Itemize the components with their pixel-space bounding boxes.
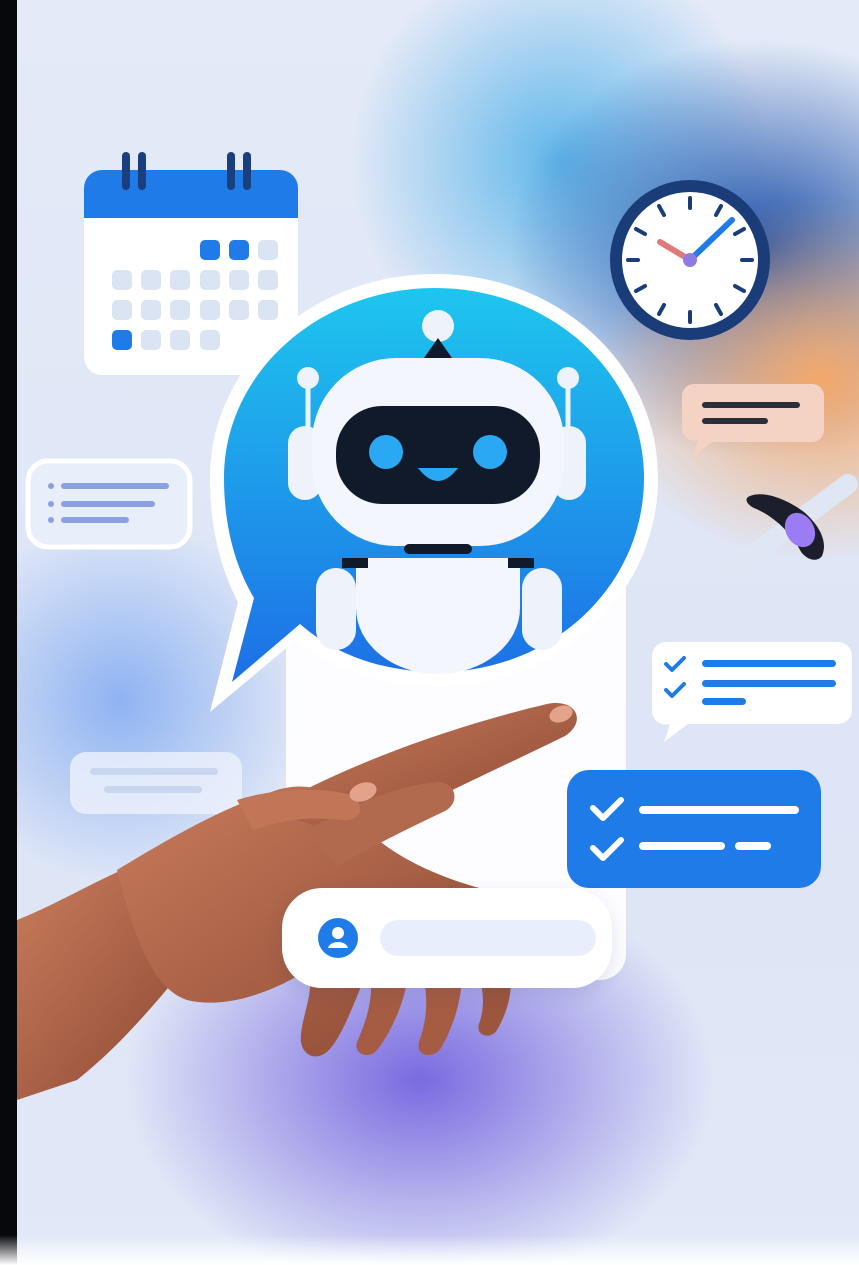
chat-bubble-orange bbox=[680, 382, 826, 458]
left-edge-bar bbox=[0, 0, 17, 1265]
chatbot-robot-icon bbox=[200, 268, 670, 728]
illustration-canvas bbox=[0, 0, 859, 1265]
chat-bubble-left bbox=[25, 458, 193, 550]
checklist-bubble-white bbox=[648, 640, 854, 744]
message-input-bar[interactable] bbox=[282, 888, 612, 988]
user-avatar-icon[interactable] bbox=[318, 918, 358, 958]
message-input-field[interactable] bbox=[380, 920, 596, 956]
pen-icon bbox=[704, 472, 859, 592]
bottom-fade bbox=[0, 1235, 859, 1265]
